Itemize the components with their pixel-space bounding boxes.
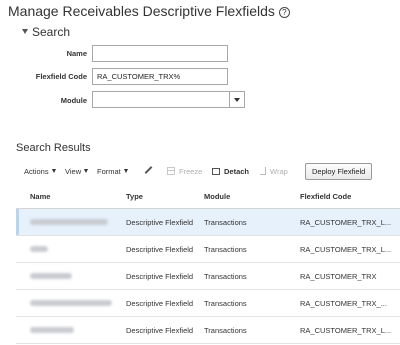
view-menu[interactable]: View	[65, 163, 89, 180]
cell-flexfield-code: RA_CUSTOMER_TRX_L...	[300, 326, 392, 335]
cell-module: Transactions	[204, 245, 247, 254]
cell-flexfield-code: RA_CUSTOMER_TRX_L...	[300, 245, 392, 254]
format-menu[interactable]: Format	[97, 163, 128, 180]
column-header-flexfield-code[interactable]: Flexfield Code	[300, 185, 351, 209]
cell-module: Transactions	[204, 326, 247, 335]
cell-flexfield-code: RA_CUSTOMER_TRX_L...	[300, 218, 392, 227]
cell-module: Transactions	[204, 218, 247, 227]
search-section-toggle[interactable]: Search	[22, 25, 70, 39]
edit-button[interactable]	[144, 163, 153, 180]
module-select[interactable]	[92, 91, 245, 108]
table-row[interactable]: Descriptive Flexfield Transactions RA_CU…	[16, 263, 400, 290]
table-row[interactable]: Descriptive Flexfield Transactions RA_CU…	[16, 317, 400, 344]
flexfield-code-label: Flexfield Code	[35, 72, 87, 81]
cell-type: Descriptive Flexfield	[126, 218, 194, 227]
name-input[interactable]	[92, 45, 228, 62]
detach-label: Detach	[224, 167, 250, 176]
search-header-label: Search	[32, 25, 71, 39]
cell-flexfield-code: RA_CUSTOMER_TRX_...	[300, 299, 387, 308]
cell-type: Descriptive Flexfield	[126, 245, 194, 254]
freeze-label: Freeze	[179, 167, 203, 176]
table-row[interactable]: Descriptive Flexfield Transactions RA_CU…	[16, 236, 400, 263]
detach-button[interactable]: Detach	[212, 163, 249, 180]
cell-type: Descriptive Flexfield	[126, 326, 194, 335]
redacted-name	[30, 273, 72, 279]
module-label: Module	[60, 96, 87, 105]
table-header: Name Type Module Flexfield Code	[16, 185, 400, 209]
chevron-down-icon	[123, 169, 128, 173]
actions-menu[interactable]: Actions	[24, 163, 56, 180]
collapse-triangle-icon	[22, 29, 28, 34]
column-header-name[interactable]: Name	[30, 185, 50, 209]
chevron-down-icon	[51, 169, 56, 173]
redacted-name	[30, 327, 74, 333]
redacted-name	[30, 219, 108, 225]
search-results-header: Search Results	[16, 142, 91, 154]
page-title-text: Manage Receivables Descriptive Flexfield…	[8, 3, 275, 19]
flexfield-code-input[interactable]	[92, 68, 228, 85]
results-table: Name Type Module Flexfield Code Descript…	[16, 185, 400, 344]
detach-icon	[212, 168, 220, 175]
redacted-name	[30, 246, 48, 252]
table-row[interactable]: Descriptive Flexfield Transactions RA_CU…	[16, 209, 400, 236]
chevron-down-icon	[234, 98, 240, 102]
view-menu-label: View	[65, 167, 82, 176]
cell-module: Transactions	[204, 299, 247, 308]
chevron-down-icon	[84, 169, 89, 173]
deploy-flexfield-button[interactable]: Deploy Flexfield	[305, 163, 373, 180]
wrap-button[interactable]: Wrap	[260, 163, 288, 180]
column-header-module[interactable]: Module	[204, 185, 230, 209]
cell-type: Descriptive Flexfield	[126, 272, 194, 281]
name-label: Name	[66, 49, 87, 58]
cell-module: Transactions	[204, 272, 247, 281]
format-menu-label: Format	[97, 167, 121, 176]
wrap-label: Wrap	[270, 167, 288, 176]
selection-indicator	[16, 209, 19, 235]
cell-type: Descriptive Flexfield	[126, 299, 194, 308]
wrap-icon	[260, 167, 266, 175]
column-header-type[interactable]: Type	[126, 185, 143, 209]
freeze-icon	[167, 167, 175, 175]
dropdown-button[interactable]	[229, 92, 244, 107]
actions-menu-label: Actions	[24, 167, 49, 176]
pencil-icon	[144, 166, 153, 174]
page-title: Manage Receivables Descriptive Flexfield…	[8, 3, 290, 19]
table-row[interactable]: Descriptive Flexfield Transactions RA_CU…	[16, 290, 400, 317]
redacted-name	[30, 300, 112, 306]
freeze-button[interactable]: Freeze	[167, 163, 202, 180]
cell-flexfield-code: RA_CUSTOMER_TRX	[300, 272, 377, 281]
help-icon[interactable]: ?	[278, 7, 290, 18]
